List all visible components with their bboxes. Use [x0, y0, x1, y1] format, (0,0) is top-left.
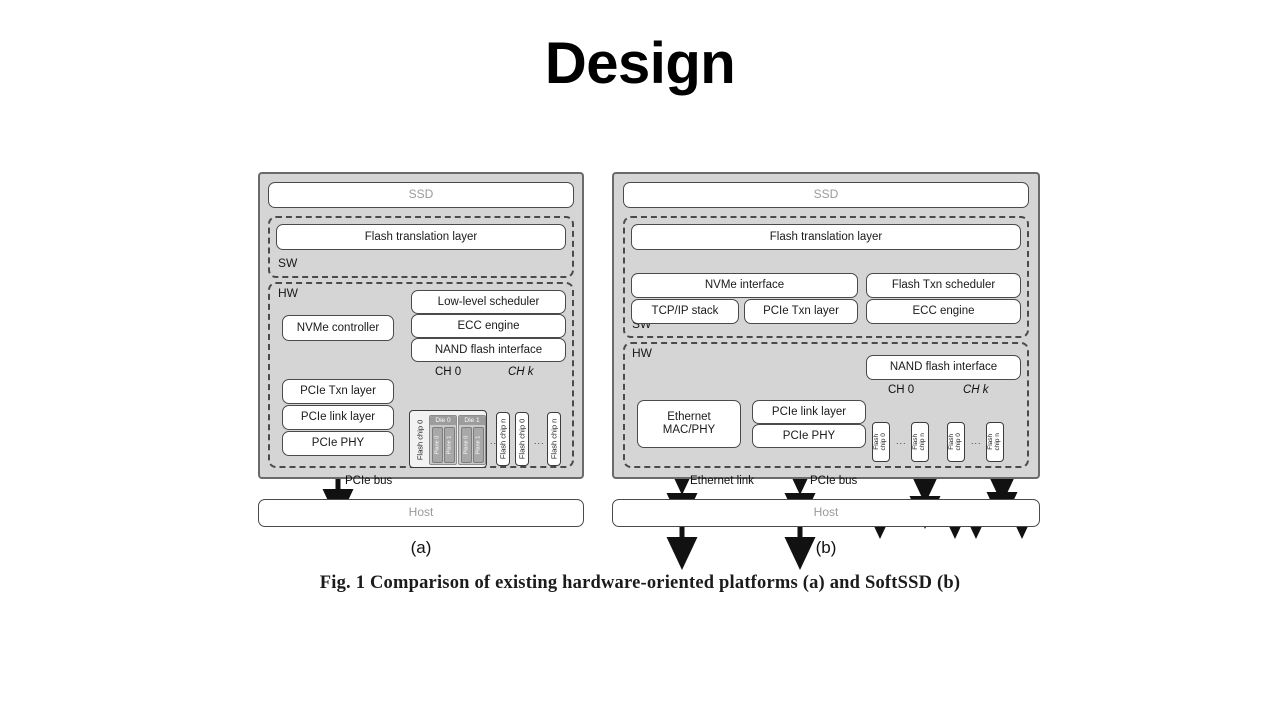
flash-chip-0-ch0-b: Flash chip 0	[872, 422, 890, 462]
pcie-bus-label-a: PCIe bus	[345, 475, 393, 487]
chip-ellipsis-2-a: ...	[534, 436, 545, 446]
flash-chip-0-label-a: Flash chip 0	[415, 419, 425, 461]
ethernet-label-line2: MAC/PHY	[662, 424, 716, 436]
hw-label-a: HW	[278, 286, 298, 300]
flash-chip-n-chk-a: Flash chip n	[547, 412, 561, 466]
flash-chip-0-chk-a: Flash chip 0	[515, 412, 529, 466]
pcie-phy-box-a: PCIe PHY	[282, 431, 394, 456]
figure-caption: Fig. 1 Comparison of existing hardware-o…	[319, 573, 961, 593]
ethernet-label-line1: Ethernet	[667, 411, 711, 424]
chip-ellipsis-1-b: ...	[896, 436, 907, 446]
chk-label-a: CH k	[508, 366, 534, 378]
figure-container: SSD SW Flash translation layer HW NVMe c…	[0, 160, 1280, 620]
plane-0-die1-a: Plane 0	[461, 427, 472, 463]
ecc-engine-box-a: ECC engine	[411, 314, 566, 338]
flash-chip-n-ch0-a: Flash chip n	[496, 412, 510, 466]
ecc-engine-box-b: ECC engine	[866, 299, 1021, 324]
ssd-box-b: SSD	[623, 182, 1029, 208]
ch0-label-b: CH 0	[888, 384, 915, 396]
flash-txn-scheduler-box-b: Flash Txn scheduler	[866, 273, 1021, 298]
ftl-box-b: Flash translation layer	[631, 224, 1021, 250]
flash-chip-0-chk-b: Flash chip 0	[947, 422, 965, 462]
chip-ellipsis-2-b: ...	[971, 436, 982, 446]
flash-chip-0-a: Flash chip 0 Die 0 Plane 0 Plane 1 Die 1…	[409, 410, 487, 468]
die-0-a: Die 0 Plane 0 Plane 1	[429, 415, 457, 465]
pcie-link-box-b: PCIe link layer	[752, 400, 866, 424]
flash-chip-n-chk-b: Flash chip n	[986, 422, 1004, 462]
host-box-b: Host	[612, 499, 1040, 527]
chk-label-b: CH k	[963, 384, 989, 396]
pcie-bus-label-b: PCIe bus	[810, 475, 858, 487]
ssd-box-a: SSD	[268, 182, 574, 208]
tcpip-stack-box-b: TCP/IP stack	[631, 299, 739, 324]
plane-0-die0-a: Plane 0	[432, 427, 443, 463]
hw-label-b: HW	[632, 346, 652, 360]
nvme-controller-box-a: NVMe controller	[282, 315, 394, 341]
host-box-a: Host	[258, 499, 584, 527]
panel-b-sublabel: (b)	[815, 538, 837, 557]
sw-label-a: SW	[278, 256, 298, 270]
nand-flash-interface-box-b: NAND flash interface	[866, 355, 1021, 380]
ftl-box-a: Flash translation layer	[276, 224, 566, 250]
ch0-label-a: CH 0	[435, 366, 462, 378]
low-level-scheduler-box-a: Low-level scheduler	[411, 290, 566, 314]
die-0-label-a: Die 0	[430, 416, 456, 425]
pcie-link-box-a: PCIe link layer	[282, 405, 394, 430]
plane-1-die0-a: Plane 1	[444, 427, 455, 463]
nand-flash-interface-box-a: NAND flash interface	[411, 338, 566, 362]
slide: Design SSD SW Flash translation layer HW…	[0, 0, 1280, 720]
pcie-phy-box-b: PCIe PHY	[752, 424, 866, 448]
ethernet-mac-phy-box-b: Ethernet MAC/PHY	[637, 400, 741, 448]
plane-1-die1-a: Plane 1	[473, 427, 484, 463]
page-title: Design	[544, 31, 736, 96]
nvme-interface-box-b: NVMe interface	[631, 273, 858, 298]
ethernet-link-label-b: Ethernet link	[690, 475, 754, 487]
die-1-label-a: Die 1	[459, 416, 485, 425]
flash-chip-n-ch0-b: Flash chip n	[911, 422, 929, 462]
pcie-txn-box-a: PCIe Txn layer	[282, 379, 394, 404]
pcie-txn-box-b: PCIe Txn layer	[744, 299, 858, 324]
die-1-a: Die 1 Plane 0 Plane 1	[458, 415, 486, 465]
panel-a-sublabel: (a)	[410, 538, 432, 557]
